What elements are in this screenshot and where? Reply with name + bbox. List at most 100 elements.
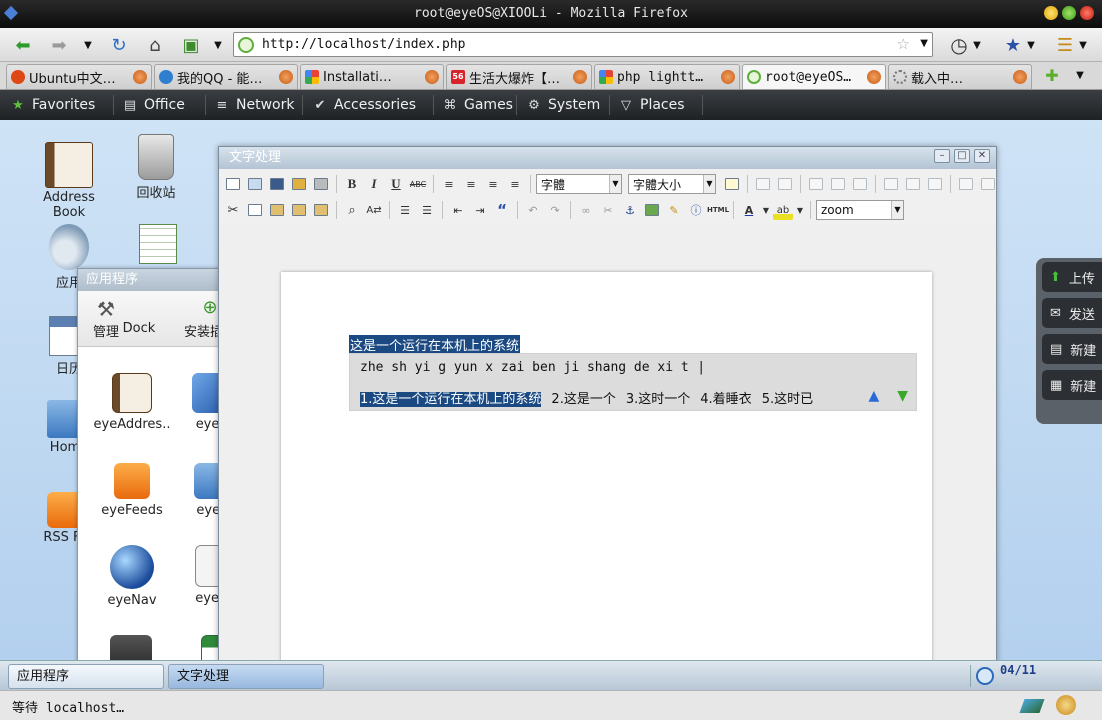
reload-icon[interactable]: ↻ (104, 32, 134, 58)
table-merge-icon[interactable] (806, 174, 826, 194)
image-icon[interactable] (642, 200, 662, 220)
menu-network[interactable]: ≡ Network (208, 90, 300, 120)
font-family-select[interactable]: 字體 ▼ (536, 174, 622, 194)
open-icon[interactable] (245, 174, 265, 194)
task-applications[interactable]: 应用程序 (8, 664, 164, 689)
upload-button[interactable]: ⬆ 上传 (1042, 262, 1102, 292)
outdent-icon[interactable]: ⇤ (448, 200, 468, 220)
font-size-select[interactable]: 字體大小 ▼ (628, 174, 716, 194)
strikethrough-icon[interactable]: ABC (408, 174, 428, 194)
window-close-icon[interactable]: ✕ (974, 149, 990, 163)
indent-icon[interactable]: ⇥ (470, 200, 490, 220)
text-color-dropdown-icon[interactable]: ▼ (761, 200, 771, 220)
tab-close-icon[interactable] (1013, 70, 1027, 84)
table-row-after-icon[interactable] (850, 174, 870, 194)
desktop-icon-trash[interactable]: 回收站 (116, 134, 196, 201)
bookmark-dropdown-icon[interactable]: ▼ (210, 32, 226, 58)
highlight-color-icon[interactable]: ab (773, 200, 793, 220)
paste-text-icon[interactable] (289, 200, 309, 220)
site-identity-icon[interactable] (238, 37, 254, 53)
underline-icon[interactable]: U (386, 174, 406, 194)
ime-candidate[interactable]: 1.这是一个运行在本机上的系统 (360, 388, 542, 407)
refresh-icon[interactable] (976, 667, 994, 685)
replace-icon[interactable]: A⇄ (364, 200, 384, 220)
cell-props-icon[interactable] (978, 174, 996, 194)
menu-favorites[interactable]: ★ Favorites (4, 90, 101, 120)
menu-accessories[interactable]: ✔ Accessories (306, 90, 422, 120)
desktop-icon-spreadsheet[interactable] (118, 224, 198, 266)
italic-icon[interactable]: I (364, 174, 384, 194)
dock-button[interactable]: Dock (116, 321, 162, 336)
table-split-icon[interactable] (828, 174, 848, 194)
back-icon[interactable]: ⬅ (8, 32, 38, 58)
network-status-icon[interactable] (1019, 699, 1045, 713)
tab-qq[interactable]: 我的QQ - 能… (154, 64, 298, 89)
undo-icon[interactable]: ↶ (523, 200, 543, 220)
save-as-icon[interactable] (289, 174, 309, 194)
bold-icon[interactable]: B (342, 174, 362, 194)
url-bar[interactable]: http://localhost/index.php ☆ ▼ (233, 32, 933, 57)
cut-icon[interactable]: ✂ (223, 200, 243, 220)
home-icon[interactable]: ⌂ (140, 32, 170, 58)
minimize-icon[interactable] (1044, 6, 1058, 20)
menu-office[interactable]: ▤ Office (116, 90, 191, 120)
ime-candidate[interactable]: 3.这时一个 (626, 388, 690, 407)
window-minimize-icon[interactable]: – (934, 149, 950, 163)
edit-style-icon[interactable] (722, 174, 742, 194)
word-processor-window[interactable]: 文字处理 – □ ✕ B I U ABC ≡ ≡ ≡ ≡ 字體▼ 字體大小▼ (218, 146, 997, 666)
new-doc-icon[interactable] (223, 174, 243, 194)
window-maximize-icon[interactable]: □ (954, 149, 970, 163)
text-color-icon[interactable]: A (739, 200, 759, 220)
close-icon[interactable] (1080, 6, 1094, 20)
task-word-processor[interactable]: 文字处理 (168, 664, 324, 689)
tab-ubuntu[interactable]: Ubuntu中文… (6, 64, 152, 89)
app-eyefeeds[interactable]: eyeFeeds (92, 463, 172, 518)
blockquote-icon[interactable]: “ (492, 200, 512, 220)
bookmark-star-icon[interactable]: ☆ (897, 35, 910, 53)
addon-status-icon[interactable] (1056, 695, 1076, 715)
highlight-dropdown-icon[interactable]: ▼ (795, 200, 805, 220)
maximize-icon[interactable] (1062, 6, 1076, 20)
table-col-after-icon[interactable] (903, 174, 923, 194)
align-center-icon[interactable]: ≡ (461, 174, 481, 194)
bullet-list-icon[interactable]: ☰ (395, 200, 415, 220)
align-right-icon[interactable]: ≡ (483, 174, 503, 194)
ime-candidate[interactable]: 2.这是一个 (551, 388, 615, 407)
app-calculator[interactable] (96, 635, 166, 662)
paste-word-icon[interactable] (311, 200, 331, 220)
bookmarks-dropdown-icon[interactable]: ▼ (1024, 32, 1038, 58)
tab-installation[interactable]: Installati… (300, 64, 444, 89)
tab-close-icon[interactable] (279, 70, 293, 84)
new-document-button[interactable]: ▤ 新建 (1042, 334, 1102, 364)
tab-close-icon[interactable] (425, 70, 439, 84)
menu-places[interactable]: ▽ Places (612, 90, 691, 120)
anchor-icon[interactable]: ⚓ (620, 200, 640, 220)
ime-candidate[interactable]: 4.着睡衣 (700, 388, 751, 407)
save-icon[interactable] (267, 174, 287, 194)
table-col-before-icon[interactable] (881, 174, 901, 194)
clock-dropdown-icon[interactable]: ▼ (970, 32, 984, 58)
tab-eyeos[interactable]: root@eyeOS… (742, 64, 886, 89)
selected-text[interactable]: 这是一个运行在本机上的系统 (349, 335, 521, 354)
copy-icon[interactable] (245, 200, 265, 220)
tab-close-icon[interactable] (133, 70, 147, 84)
new-spreadsheet-button[interactable]: ▦ 新建 (1042, 370, 1102, 400)
paste-icon[interactable] (267, 200, 287, 220)
app-eyenav[interactable]: eyeNav (92, 545, 172, 608)
find-icon[interactable]: ⌕ (342, 200, 362, 220)
send-button[interactable]: ✉ 发送 (1042, 298, 1102, 328)
bookmark-tool-icon[interactable]: ▣ (176, 32, 206, 58)
tab-close-icon[interactable] (573, 70, 587, 84)
unlink-icon[interactable]: ✂ (598, 200, 618, 220)
numbered-list-icon[interactable]: ☰ (417, 200, 437, 220)
tab-close-icon[interactable] (721, 70, 735, 84)
tab-loading[interactable]: 载入中… (888, 64, 1032, 89)
tab-close-icon[interactable] (867, 70, 881, 84)
app-eyeaddressbook[interactable]: eyeAddres.. (92, 373, 172, 432)
ime-pinyin-input[interactable]: zhe sh yi g yun x zai ben ji shang de xi… (360, 360, 689, 375)
help-icon[interactable]: ⓘ (686, 200, 706, 220)
forward-icon[interactable]: ➡ (44, 32, 74, 58)
word-processor-title[interactable]: 文字处理 – □ ✕ (219, 147, 996, 169)
new-tab-icon[interactable]: ✚ (1040, 62, 1064, 88)
html-source-icon[interactable]: HTML (707, 200, 729, 220)
